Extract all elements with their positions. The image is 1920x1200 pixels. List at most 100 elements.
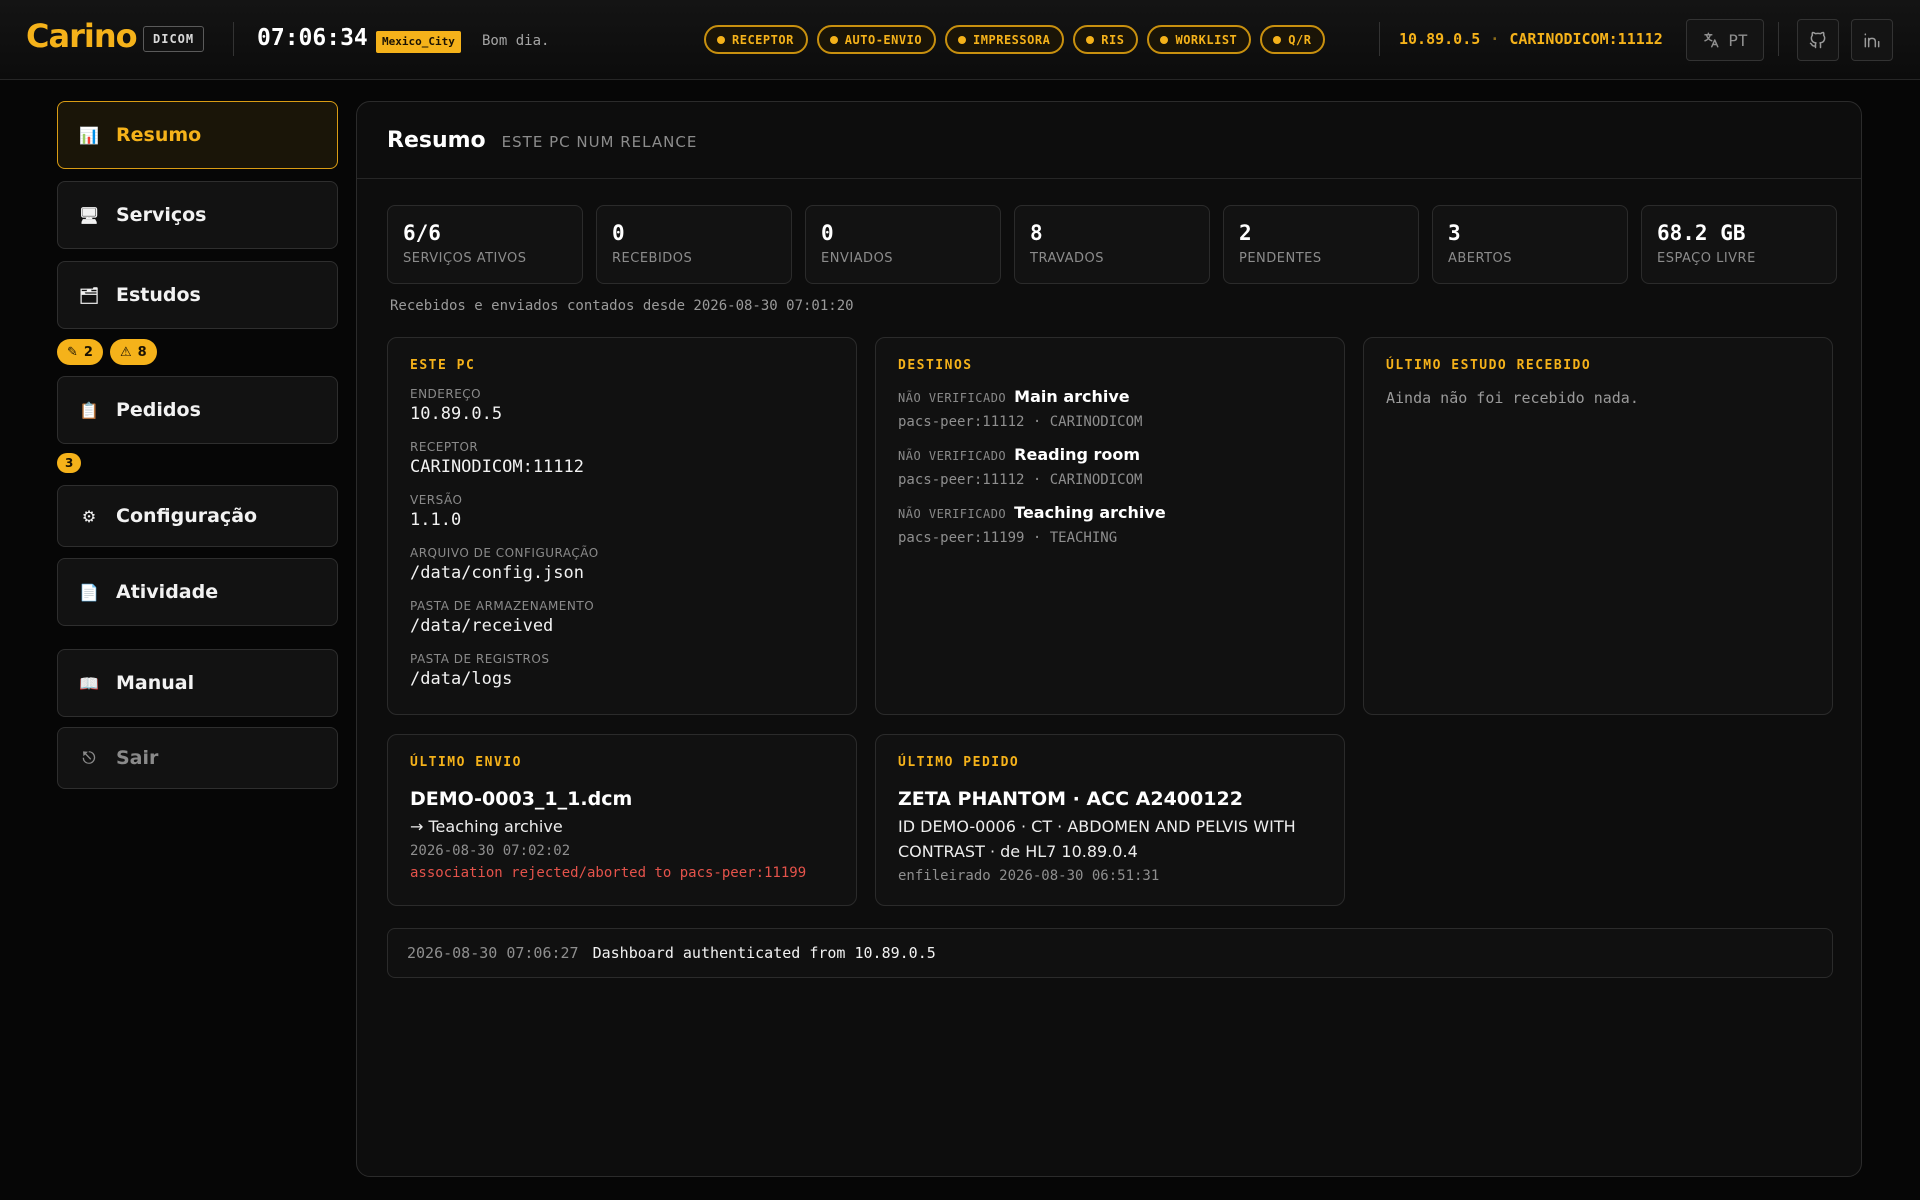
sidebar-item-label: Manual (116, 672, 195, 694)
estudos-badges: ✎ 2 ⚠ 8 (57, 339, 157, 365)
stat-value: 0 (821, 221, 834, 245)
sidebar-item-manual[interactable]: 📖 Manual (57, 649, 338, 717)
badge-count: 8 (137, 344, 147, 360)
linkedin-button[interactable] (1851, 19, 1893, 61)
stat-label: SERVIÇOS ATIVOS (403, 251, 527, 266)
gear-icon: ⚙ (81, 506, 97, 526)
status-dot-icon (717, 35, 725, 44)
stat-card-recebidos[interactable]: 0 RECEBIDOS (596, 205, 792, 284)
card-title: DESTINOS (898, 358, 973, 373)
stat-card-enviados[interactable]: 0 ENVIADOS (805, 205, 1001, 284)
page-subtitle: ESTE PC NUM RELANCE (501, 133, 698, 151)
chart-icon: 📊 (79, 125, 99, 145)
divider (1379, 22, 1380, 56)
stat-label: ENVIADOS (821, 251, 894, 266)
service-pill-impressora[interactable]: IMPRESSORA (945, 25, 1065, 54)
stat-card-abertos[interactable]: 3 ABERTOS (1432, 205, 1628, 284)
timezone-badge: Mexico_City (376, 31, 461, 53)
top-bar: Carino DICOM 07:06:34 Mexico_City Bom di… (0, 0, 1920, 80)
host-ae-title: CARINODICOM:11112 (1509, 30, 1663, 48)
stat-label: ABERTOS (1448, 251, 1513, 266)
service-pill-worklist[interactable]: WORKLIST (1147, 25, 1252, 54)
service-pill-auto-envio[interactable]: AUTO-ENVIO (816, 25, 937, 54)
field-label: PASTA DE ARMAZENAMENTO (410, 599, 595, 613)
logout-icon: ⎋ (82, 748, 96, 767)
sidebar-item-label: Serviços (116, 204, 207, 226)
github-button[interactable] (1797, 19, 1839, 61)
sidebar-item-servicos[interactable]: 🖥 Serviços (57, 181, 338, 249)
destination-item[interactable]: NÃO VERIFICADO Main archive pacs-peer:111… (898, 387, 1322, 430)
stats-row: 6/6 SERVIÇOS ATIVOS 0 RECEBIDOS 0 ENVIAD… (387, 205, 1837, 284)
field-label: PASTA DE REGISTROS (410, 652, 550, 666)
warning-icon: ⚠ (119, 344, 132, 360)
stat-value: 8 (1030, 221, 1043, 245)
stat-value: 68.2 GB (1657, 221, 1746, 245)
stat-card-travados[interactable]: 8 TRAVADOS (1014, 205, 1210, 284)
sidebar-item-sair[interactable]: ⎋ Sair (57, 727, 338, 789)
field-value: 10.89.0.5 (410, 404, 503, 424)
stat-label: TRAVADOS (1030, 251, 1104, 266)
sidebar-item-atividade[interactable]: 📄 Atividade (57, 558, 338, 626)
folder-icon: 🗂 (78, 285, 100, 305)
destination-name: Reading room (1014, 445, 1141, 464)
clipboard-icon: 📋 (79, 400, 99, 420)
order-patient: ZETA PHANTOM · ACC A2400122 (898, 788, 1243, 810)
stat-card-espaco-livre[interactable]: 68.2 GB ESPAÇO LIVRE (1641, 205, 1837, 284)
dicom-badge: DICOM (143, 26, 205, 52)
language-button[interactable]: PT (1686, 19, 1764, 61)
order-queued-time: enfileirado 2026-08-30 06:51:31 (898, 868, 1160, 884)
service-status-pills: RECEPTOR AUTO-ENVIO IMPRESSORA RIS WORKL… (704, 25, 1326, 54)
sidebar-item-label: Atividade (116, 581, 219, 603)
status-dot-icon (1273, 35, 1282, 44)
sidebar-item-label: Pedidos (116, 399, 201, 421)
sidebar-item-resumo[interactable]: 📊 Resumo (57, 101, 338, 169)
field-label: ENDEREÇO (410, 387, 482, 401)
ultimo-pedido-card[interactable]: ÚLTIMO PEDIDO ZETA PHANTOM · ACC A240012… (875, 734, 1345, 906)
sent-destination: → Teaching archive (410, 817, 563, 836)
este-pc-card: ESTE PC ENDEREÇO 10.89.0.5 RECEPTOR CARI… (387, 337, 857, 715)
open-orders-badge[interactable]: 3 (57, 453, 82, 473)
destination-status: NÃO VERIFICADO (898, 507, 1007, 521)
sidebar-item-pedidos[interactable]: 📋 Pedidos (57, 376, 338, 444)
field-label: ARQUIVO DE CONFIGURAÇÃO (410, 546, 599, 560)
sidebar-item-configuracao[interactable]: ⚙ Configuração (57, 485, 338, 547)
destination-status: NÃO VERIFICADO (898, 449, 1007, 463)
destination-address: pacs-peer:11112 · CARINODICOM (898, 472, 1143, 488)
log-message: Dashboard authenticated from 10.89.0.5 (592, 944, 936, 962)
field-value: /data/logs (410, 669, 513, 689)
host-ip: 10.89.0.5 (1399, 30, 1481, 48)
stat-card-servicos[interactable]: 6/6 SERVIÇOS ATIVOS (387, 205, 583, 284)
service-pill-qr[interactable]: Q/R (1260, 25, 1326, 54)
divider (1778, 22, 1779, 56)
field-label: VERSÃO (410, 493, 463, 507)
monitor-icon: 🖥 (78, 205, 100, 225)
ultimo-envio-card[interactable]: ÚLTIMO ENVIO DEMO-0003_1_1.dcm → Teachin… (387, 734, 857, 906)
status-dot-icon (1086, 35, 1095, 44)
main-header: Resumo ESTE PC NUM RELANCE (357, 102, 1861, 179)
page-title: Resumo (387, 127, 486, 153)
destination-item[interactable]: NÃO VERIFICADO Teaching archive pacs-peer… (898, 503, 1322, 546)
stuck-studies-badge[interactable]: ⚠ 8 (109, 339, 157, 365)
sidebar-item-label: Sair (116, 747, 159, 769)
order-detail: ID DEMO-0006 · CT · ABDOMEN AND PELVIS W… (898, 817, 1296, 861)
sidebar-item-estudos[interactable]: 🗂 Estudos (57, 261, 338, 329)
destination-item[interactable]: NÃO VERIFICADO Reading room pacs-peer:111… (898, 445, 1322, 488)
main-panel: Resumo ESTE PC NUM RELANCE 6/6 SERVIÇOS … (356, 101, 1862, 1177)
service-pill-ris[interactable]: RIS (1073, 25, 1139, 54)
translate-icon (1704, 32, 1719, 48)
destinos-card: DESTINOS NÃO VERIFICADO Main archive pacs… (875, 337, 1345, 715)
card-title: ÚLTIMO ENVIO (410, 755, 522, 770)
field-value: CARINODICOM:11112 (410, 457, 584, 477)
field-label: RECEPTOR (410, 440, 479, 454)
clock: 07:06:34 (257, 25, 368, 51)
service-pill-receptor[interactable]: RECEPTOR (704, 25, 808, 54)
destination-name: Main archive (1014, 387, 1130, 406)
sent-file-name: DEMO-0003_1_1.dcm (410, 788, 633, 810)
github-icon (1809, 31, 1826, 49)
stat-card-pendentes[interactable]: 2 PENDENTES (1223, 205, 1419, 284)
stat-value: 6/6 (403, 221, 441, 245)
book-icon: 📖 (79, 673, 99, 693)
divider (233, 22, 234, 56)
activity-log-entry[interactable]: 2026-08-30 07:06:27 Dashboard authentica… (387, 928, 1833, 978)
pending-edits-badge[interactable]: ✎ 2 (57, 339, 103, 365)
